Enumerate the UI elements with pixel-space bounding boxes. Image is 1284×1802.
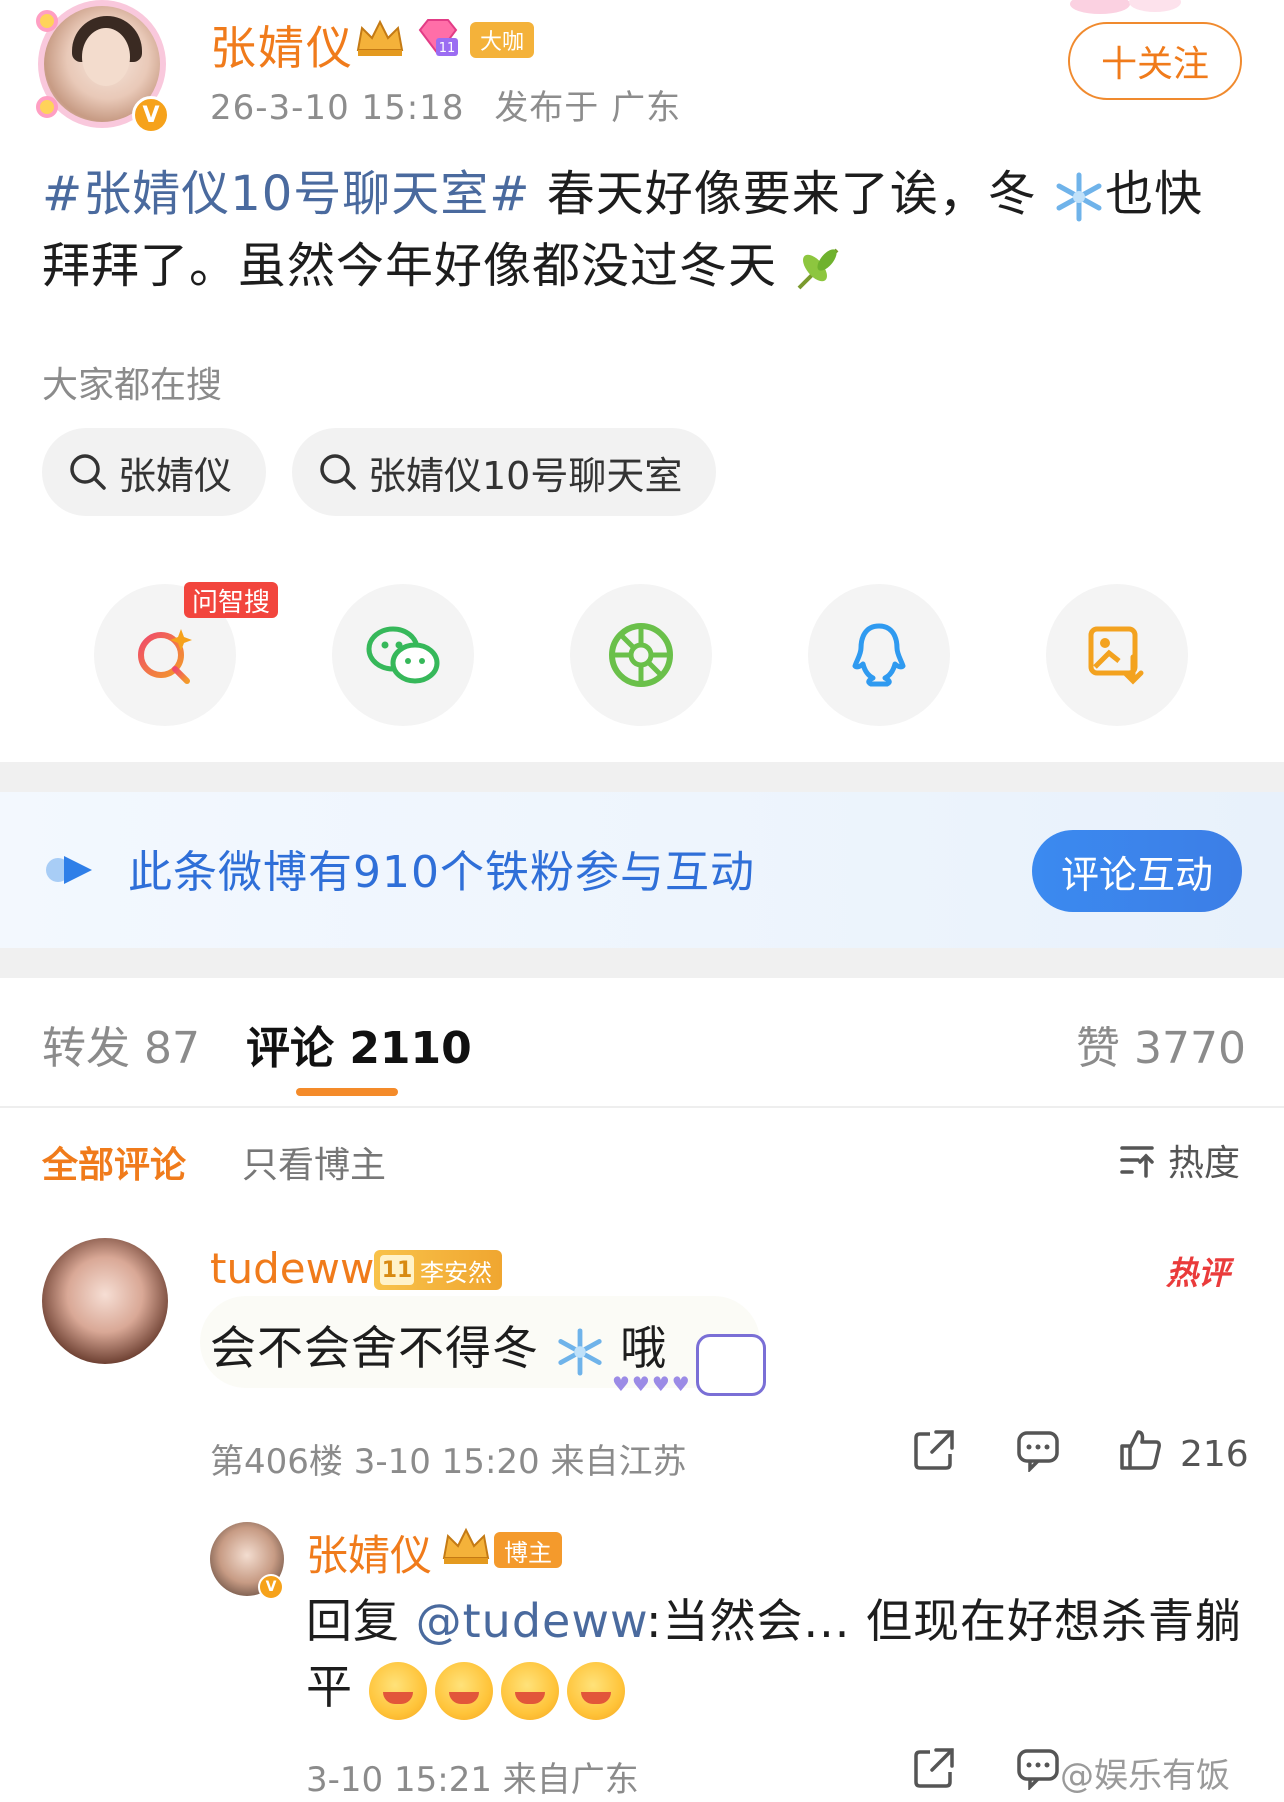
search-chip-label: 张婧仪 <box>118 453 233 498</box>
reply-mention[interactable]: @tudeww <box>416 1594 646 1648</box>
comment-text-part2: 哦 <box>620 1321 668 1375</box>
sort-icon <box>1120 1146 1154 1178</box>
search-chip[interactable]: 张婧仪 <box>42 428 267 516</box>
share-wechat-button[interactable] <box>332 584 474 726</box>
wechat-icon <box>366 626 440 684</box>
verified-badge-icon: V <box>258 1574 284 1600</box>
sort-button[interactable]: 热度 <box>1118 1134 1240 1186</box>
avatar-frame-decoration <box>36 10 58 32</box>
search-chip[interactable]: 张婧仪10号聊天室 <box>292 428 717 516</box>
sort-label: 热度 <box>1168 1143 1241 1184</box>
blogger-tag: 博主 <box>494 1532 562 1568</box>
laughing-emoji-icon <box>368 1661 427 1720</box>
post-time: 26-3-10 15:18 <box>210 88 465 128</box>
comment-text-part1: 会不会舍不得冬 <box>210 1321 539 1375</box>
reply-text: 回复 @tudeww:当然会... 但现在好想杀青躺平 <box>306 1588 1256 1720</box>
search-icon <box>320 454 356 490</box>
reply-meta: 3-10 15:21 来自广东 <box>306 1760 639 1800</box>
post-hashtag[interactable]: #张婧仪10号聊天室# <box>42 166 531 222</box>
post-meta: 26-3-10 15:18 发布于 广东 <box>210 80 681 129</box>
level-number: 11 <box>439 41 456 56</box>
ai-search-badge: 问智搜 <box>184 582 279 618</box>
share-qq-button[interactable] <box>808 584 950 726</box>
comment-text: 会不会舍不得冬 哦 <box>210 1312 667 1378</box>
watermark: @娱乐有饭 <box>1060 1756 1230 1796</box>
filter-author-only[interactable]: 只看博主 <box>242 1136 386 1188</box>
crown-icon <box>356 19 404 56</box>
share-icon[interactable] <box>912 1428 956 1472</box>
post-location: 发布于 广东 <box>494 88 682 128</box>
follow-button[interactable]: 十关注 <box>1068 22 1242 100</box>
fan-interaction-icon <box>46 856 92 884</box>
fan-interaction-text: 此条微博有910个铁粉参与互动 <box>128 847 755 898</box>
commenter-name[interactable]: tudeww <box>210 1244 374 1293</box>
snowflake-emoji-icon <box>557 1327 602 1376</box>
commenter-avatar[interactable] <box>42 1238 168 1364</box>
reply-icon[interactable] <box>1016 1746 1060 1790</box>
tab-comment[interactable]: 评论 2110 <box>246 1012 472 1076</box>
comment-interaction-button[interactable]: 评论互动 <box>1032 830 1242 912</box>
comment-like-count: 216 <box>1180 1434 1249 1475</box>
reply-icon[interactable] <box>1016 1428 1060 1472</box>
identity-tag: 大咖 <box>470 22 535 58</box>
moments-icon <box>609 623 673 687</box>
active-tab-indicator <box>296 1088 398 1096</box>
header-decoration <box>1070 0 1181 14</box>
fan-badge-level: 11 <box>380 1255 414 1285</box>
leaf-emoji-icon <box>797 248 839 290</box>
fan-badge: 11 李安然 <box>374 1250 502 1290</box>
author-name[interactable]: 张婧仪 <box>210 12 354 78</box>
crown-icon <box>442 1527 490 1564</box>
share-icon[interactable] <box>912 1746 956 1790</box>
search-icon <box>70 454 106 490</box>
bubble-hearts-decoration: ♥♥♥♥ <box>612 1372 692 1396</box>
trending-search-title: 大家都在搜 <box>42 365 223 406</box>
verified-badge-icon: V <box>132 96 170 134</box>
hot-comment-tag: 热评 <box>1166 1254 1231 1292</box>
laughing-emoji-icon <box>500 1661 559 1720</box>
share-moments-button[interactable] <box>570 584 712 726</box>
avatar-frame-decoration <box>36 96 58 118</box>
fan-badge-name: 李安然 <box>420 1258 492 1287</box>
save-image-button[interactable] <box>1046 584 1188 726</box>
reply-author-name[interactable]: 张婧仪 <box>306 1522 432 1583</box>
snowflake-emoji-icon <box>1056 172 1102 222</box>
save-image-icon <box>1088 626 1144 685</box>
filter-all-comments[interactable]: 全部评论 <box>42 1136 186 1188</box>
qq-icon <box>852 623 906 687</box>
like-icon[interactable] <box>1118 1428 1162 1472</box>
laughing-emoji-icon <box>434 1661 493 1720</box>
level-gem-icon: 11 <box>418 19 458 56</box>
tab-like[interactable]: 赞 3770 <box>1076 1012 1246 1076</box>
tab-divider <box>0 1106 1284 1108</box>
comment-meta: 第406楼 3-10 15:20 来自江苏 <box>210 1442 687 1482</box>
bunny-sticker-icon <box>696 1334 766 1396</box>
post-content: #张婧仪10号聊天室# 春天好像要来了诶，冬 也快拜拜了。虽然今年好像都没过冬天 <box>42 158 1242 302</box>
section-divider <box>0 762 1284 792</box>
tab-repost[interactable]: 转发 87 <box>42 1012 200 1076</box>
ai-search-icon <box>138 629 192 684</box>
reply-prefix: 回复 <box>306 1594 416 1648</box>
search-chip-label: 张婧仪10号聊天室 <box>368 453 683 498</box>
post-text-part1: 春天好像要来了诶，冬 <box>530 166 1037 222</box>
section-divider <box>0 948 1284 978</box>
laughing-emoji-icon <box>566 1661 625 1720</box>
